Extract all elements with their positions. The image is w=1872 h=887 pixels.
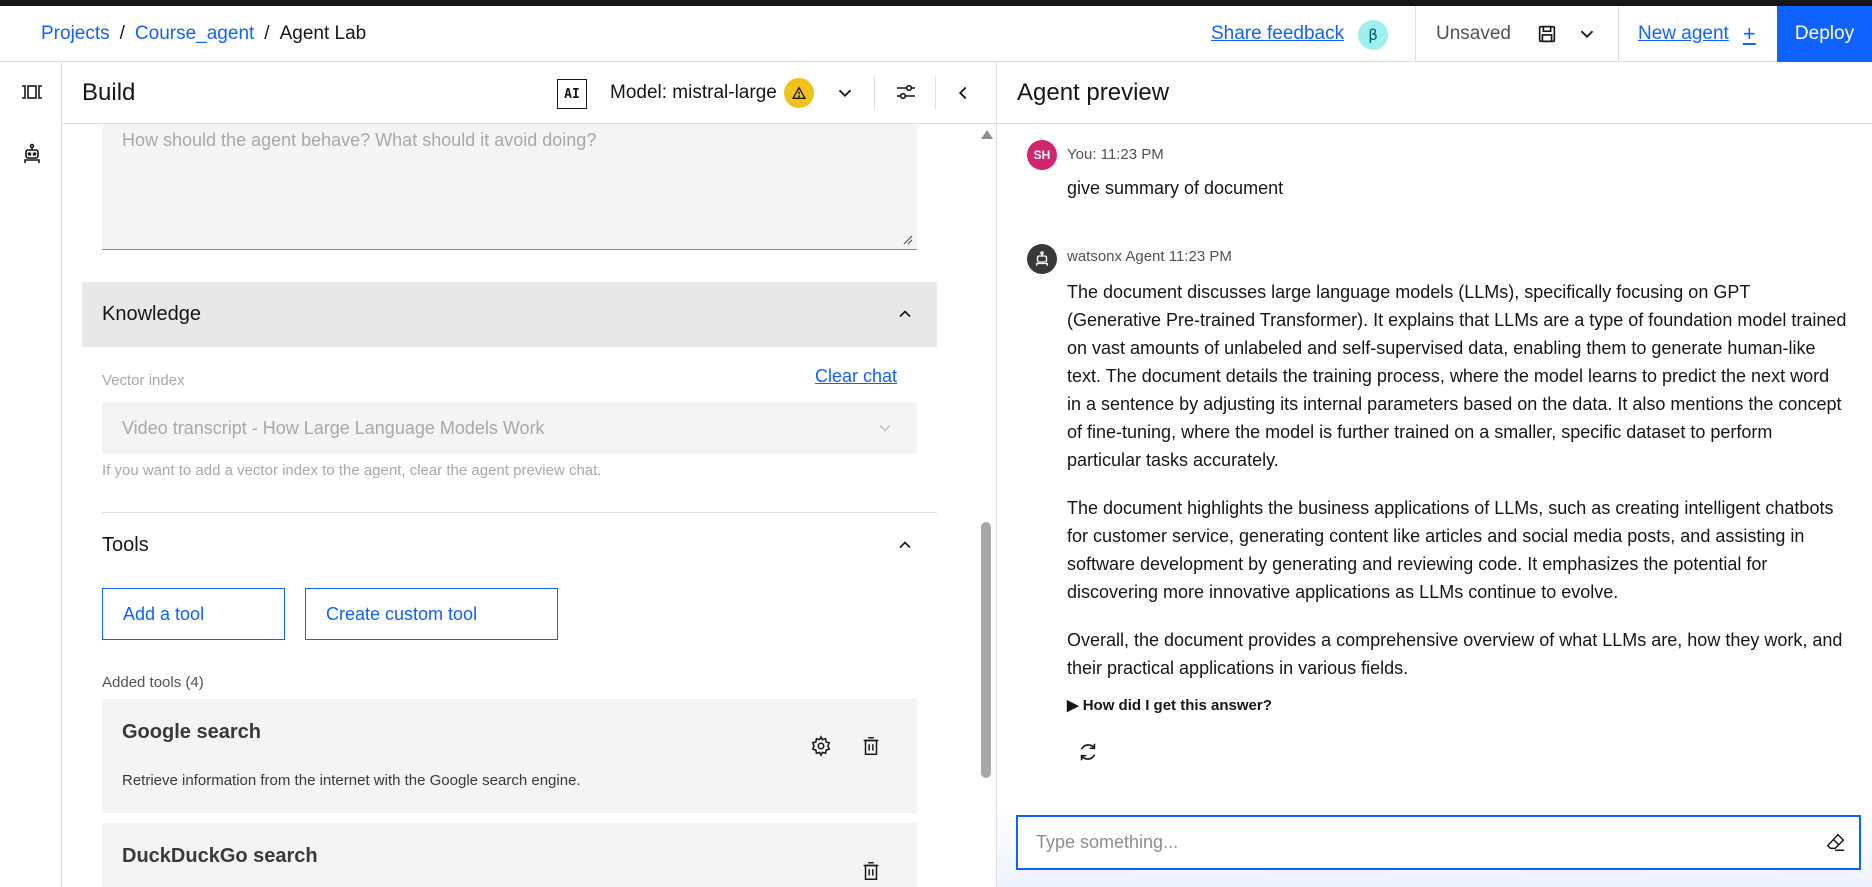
breadcrumb-project[interactable]: Course_agent <box>135 23 254 45</box>
tool-card: DuckDuckGo search <box>102 823 917 887</box>
panel-toggle-icon[interactable] <box>20 80 44 104</box>
chat-area: SH You: 11:23 PM give summary of documen… <box>997 124 1872 804</box>
breadcrumb-current: Agent Lab <box>279 23 367 44</box>
instructions-textarea[interactable]: How should the agent behave? What should… <box>102 124 917 250</box>
chevron-left-icon[interactable] <box>952 82 974 104</box>
gear-icon[interactable] <box>810 735 832 757</box>
avatar: SH <box>1027 140 1057 170</box>
settings-sliders-icon[interactable] <box>894 80 918 104</box>
tool-name: DuckDuckGo search <box>122 845 318 867</box>
message-text: give summary of document <box>1067 178 1284 198</box>
vector-index-select[interactable]: Video transcript - How Large Language Mo… <box>102 402 917 454</box>
scroll-up-icon[interactable] <box>981 130 993 139</box>
share-feedback-link[interactable]: Share feedback <box>1211 6 1344 62</box>
new-agent-label: New agent <box>1638 23 1729 44</box>
chevron-down-icon <box>879 424 891 432</box>
model-selector-label[interactable]: Model: mistral-large <box>610 62 777 124</box>
breadcrumb-separator: / <box>119 23 125 44</box>
tool-card: Google search Retrieve information from … <box>102 699 917 813</box>
build-header: Build AI Model: mistral-large <box>62 62 997 124</box>
trash-icon[interactable] <box>860 735 882 757</box>
tools-title: Tools <box>102 534 149 556</box>
trash-icon[interactable] <box>860 860 882 882</box>
toolbar-divider <box>935 76 936 110</box>
plus-icon: + <box>1742 21 1756 46</box>
build-title: Build <box>82 79 136 106</box>
breadcrumb-projects[interactable]: Projects <box>41 23 110 45</box>
create-custom-tool-button[interactable]: Create custom tool <box>305 588 558 640</box>
app-header: Projects / Course_agent / Agent Lab Shar… <box>0 6 1872 62</box>
left-rail <box>0 62 62 887</box>
tools-section-header[interactable]: Tools <box>82 513 937 578</box>
chevron-down-icon[interactable] <box>834 82 856 104</box>
agent-icon[interactable] <box>20 142 44 166</box>
eraser-icon[interactable] <box>1825 831 1847 853</box>
chat-input[interactable] <box>1036 817 1796 868</box>
add-tool-button[interactable]: Add a tool <box>102 588 285 640</box>
breadcrumb: Projects / Course_agent / Agent Lab <box>41 6 366 62</box>
ai-badge[interactable]: AI <box>557 79 587 109</box>
chat-input-container <box>1016 815 1861 870</box>
new-agent-button[interactable]: New agent + <box>1638 6 1756 62</box>
clear-chat-link[interactable]: Clear chat <box>815 366 897 387</box>
message-paragraph: The document highlights the business app… <box>1067 498 1834 602</box>
vector-index-label: Vector index <box>102 372 185 389</box>
message-meta: watsonx Agent 11:23 PM <box>1067 248 1232 265</box>
tool-name: Google search <box>122 721 261 743</box>
save-status: Unsaved <box>1436 23 1511 44</box>
breadcrumb-separator: / <box>264 23 270 44</box>
scrollbar-thumb[interactable] <box>981 522 991 778</box>
instructions-placeholder: How should the agent behave? What should… <box>122 130 597 150</box>
vector-index-help: If you want to add a vector index to the… <box>102 462 602 479</box>
toolbar-divider <box>874 76 875 110</box>
chevron-up-icon <box>899 310 911 318</box>
warning-icon[interactable] <box>784 78 814 108</box>
header-divider <box>1415 6 1416 62</box>
added-tools-label: Added tools (4) <box>102 674 204 691</box>
build-scrollbar[interactable] <box>978 124 994 887</box>
chevron-down-icon[interactable] <box>1576 23 1598 45</box>
header-divider <box>1618 6 1619 62</box>
resize-handle-icon[interactable] <box>903 235 913 245</box>
save-icon[interactable] <box>1536 23 1558 45</box>
message-meta: You: 11:23 PM <box>1067 146 1164 163</box>
build-panel: How should the agent behave? What should… <box>62 124 997 887</box>
beta-badge[interactable]: β <box>1358 20 1388 50</box>
knowledge-section-header[interactable]: Knowledge <box>82 282 937 347</box>
message-paragraph: The document discusses large language mo… <box>1067 282 1847 470</box>
chevron-up-icon <box>899 541 911 549</box>
deploy-button[interactable]: Deploy <box>1777 6 1872 62</box>
knowledge-title: Knowledge <box>102 303 201 325</box>
tool-description: Retrieve information from the internet w… <box>122 772 581 789</box>
vector-index-value: Video transcript - How Large Language Mo… <box>122 417 545 438</box>
preview-header: Agent preview <box>997 62 1872 124</box>
agent-avatar-icon <box>1027 244 1057 274</box>
how-did-i-get-answer-toggle[interactable]: ▶ How did I get this answer? <box>1067 696 1272 714</box>
message-paragraph: Overall, the document provides a compreh… <box>1067 630 1843 678</box>
regenerate-icon[interactable] <box>1077 741 1099 763</box>
preview-title: Agent preview <box>1017 79 1170 106</box>
